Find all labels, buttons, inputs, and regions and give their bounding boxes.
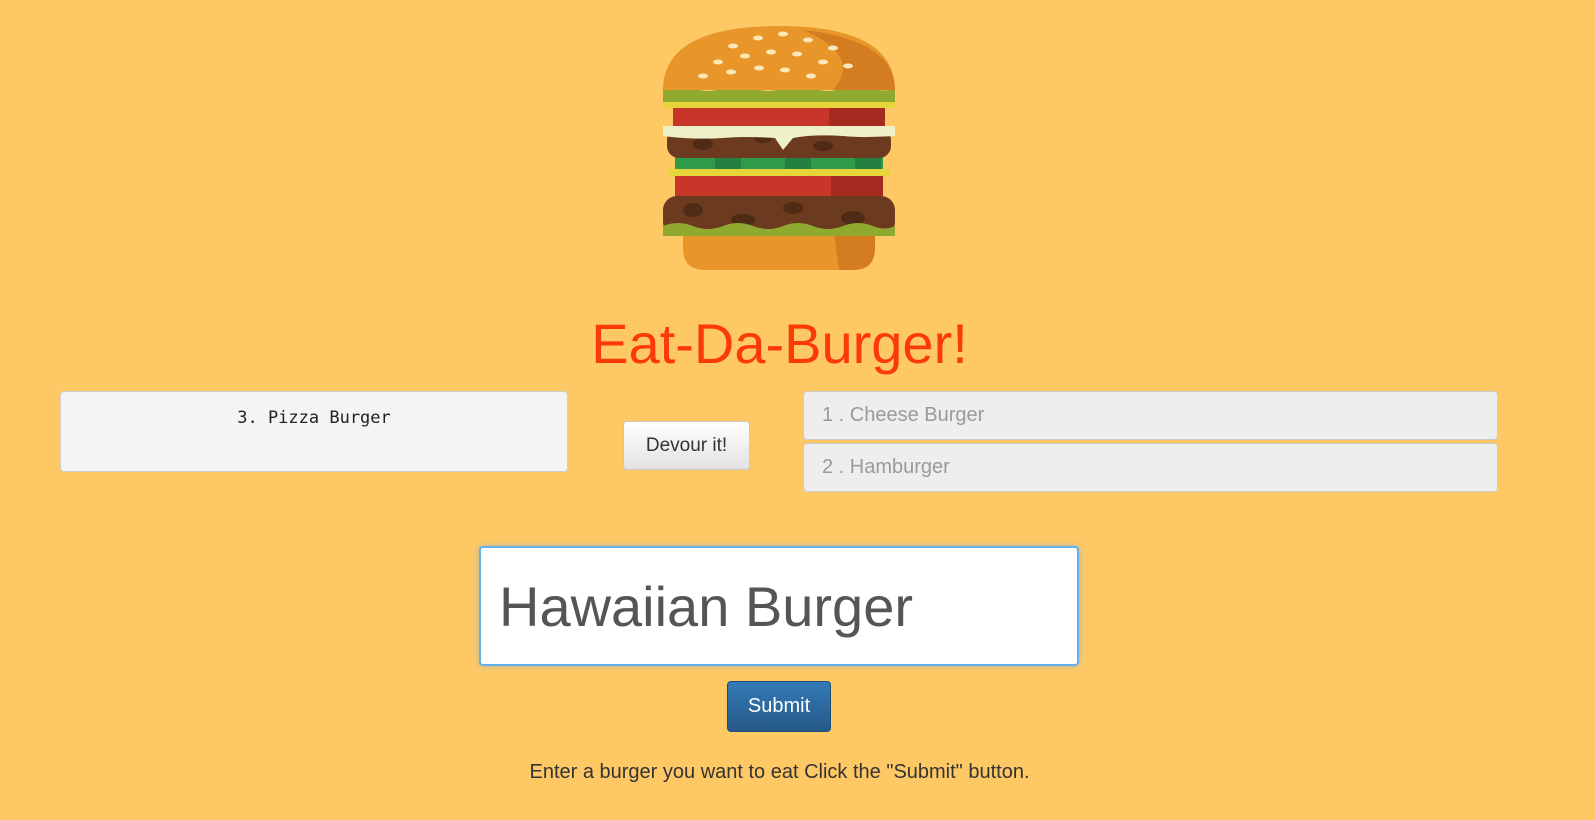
page-title: Eat-Da-Burger! xyxy=(591,312,968,375)
burger-name-input[interactable] xyxy=(479,546,1079,666)
devour-button[interactable]: Devour it! xyxy=(623,421,750,470)
devoured-list: 1 . Cheese Burger 2 . Hamburger xyxy=(803,391,1498,495)
pending-burger-label: 3. Pizza Burger xyxy=(237,408,391,428)
burger-logo-icon xyxy=(663,26,895,270)
pending-burger-item: 3. Pizza Burger xyxy=(60,391,568,472)
submit-button[interactable]: Submit xyxy=(727,681,831,732)
instructions-text: Enter a burger you want to eat Click the… xyxy=(529,761,1030,783)
devoured-item: 1 . Cheese Burger xyxy=(803,391,1498,440)
devoured-item: 2 . Hamburger xyxy=(803,443,1498,492)
